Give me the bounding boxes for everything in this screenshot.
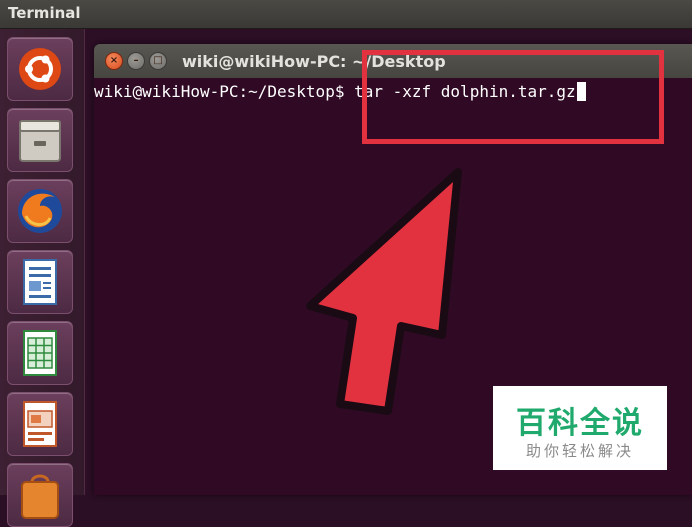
watermark-title: 百科全说	[516, 406, 644, 441]
watermark: 百科全说 助你轻松解决	[493, 386, 667, 470]
watermark-subtitle: 助你轻松解决	[525, 442, 634, 460]
